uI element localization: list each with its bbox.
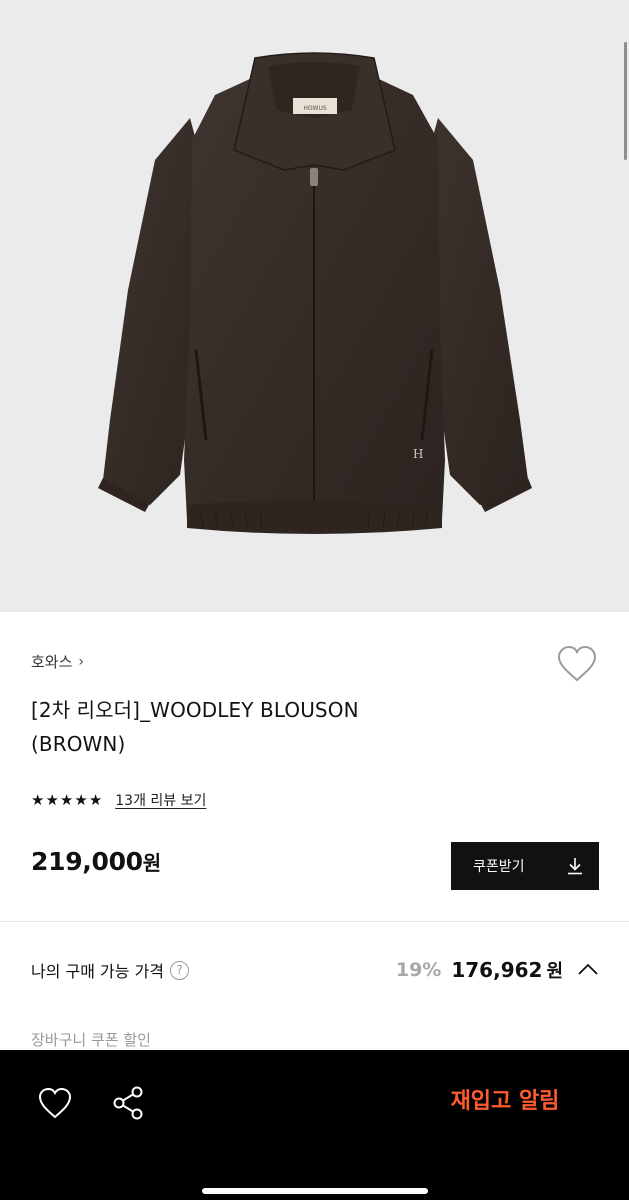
star-icon: ★ [88,791,103,809]
coupon-button-label: 쿠폰받기 [473,859,525,875]
heart-outline-icon [38,1087,72,1119]
discount-rate: 19% [395,959,442,981]
star-icon: ★ [74,791,88,809]
svg-text:HOWUS: HOWUS [303,105,327,112]
rating-stars: ★ ★ ★ ★ ★ [31,790,102,810]
star-icon: ★ [59,791,74,809]
price-value: 219,000 [31,847,143,876]
home-indicator[interactable] [202,1188,428,1194]
bottom-like-button[interactable] [37,1086,73,1120]
product-title: [2차 리오더]_WOODLEY BLOUSON (BROWN) [31,693,451,761]
question-icon[interactable]: ? [170,960,190,980]
final-price: 176,962 [451,958,543,982]
svg-text:H: H [413,447,423,461]
jacket-illustration: HOWUS H [98,52,532,534]
chevron-right-icon: › [78,653,85,670]
bottom-action-bar: 재입고 알림 [0,1050,629,1200]
section-divider [0,921,629,922]
share-button[interactable] [110,1084,146,1122]
product-title-line2: (BROWN) [31,732,126,756]
star-icon: ★ [31,791,45,809]
my-price-label: 나의 구매 가능 가격 [31,962,165,981]
cart-coupon-label: 장바구니 쿠폰 할인 [31,1031,151,1049]
final-price-unit: 원 [546,961,563,982]
product-image[interactable]: HOWUS H [0,0,629,612]
share-icon [113,1086,143,1120]
brand-link[interactable]: 호와스 › [31,651,84,672]
original-price: 219,000원 [31,847,161,876]
chevron-up-icon[interactable] [577,959,599,981]
my-price-row[interactable]: 나의 구매 가능 가격 ? 19% 176,962 원 [31,953,599,987]
restock-alert-button[interactable]: 재입고 알림 [420,1082,590,1122]
heart-outline-icon [557,645,597,682]
star-icon: ★ [45,791,59,809]
review-link[interactable]: 13개 리뷰 보기 [115,790,206,810]
download-icon [568,858,582,875]
price-unit: 원 [142,851,161,875]
image-scroll-indicator [624,42,627,160]
rating-row: ★ ★ ★ ★ ★ 13개 리뷰 보기 [31,790,206,810]
wishlist-heart-button[interactable] [556,645,598,683]
brand-name: 호와스 [31,653,73,671]
coupon-download-button[interactable]: 쿠폰받기 [451,842,599,890]
product-title-line1: [2차 리오더]_WOODLEY BLOUSON [31,698,359,722]
